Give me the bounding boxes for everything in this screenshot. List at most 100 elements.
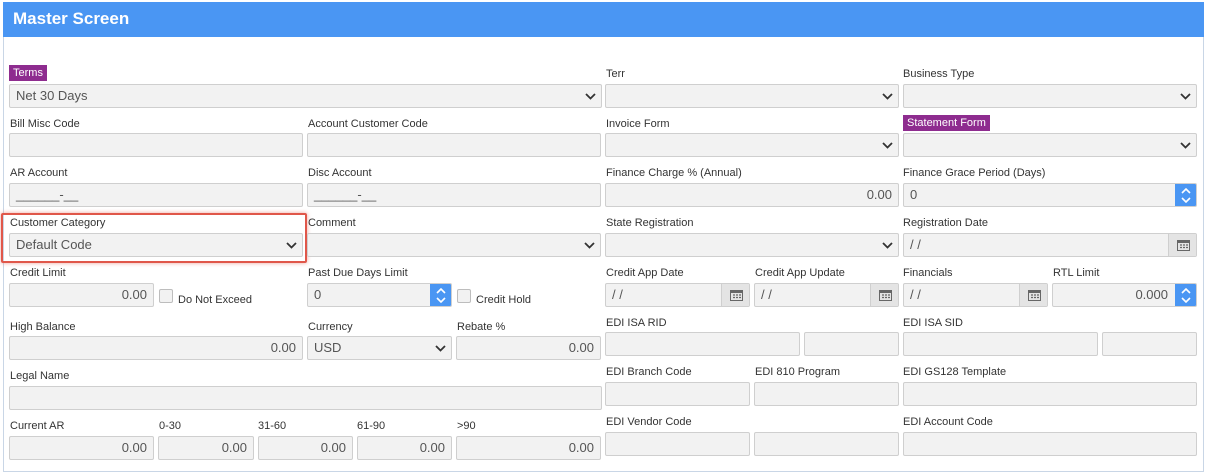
chevron-down-icon (1180, 93, 1191, 100)
business-type-label: Business Type (903, 68, 975, 80)
state-registration-select[interactable] (605, 233, 899, 257)
edi-gs128-template-label: EDI GS128 Template (903, 366, 1007, 378)
comment-select[interactable] (307, 233, 601, 257)
chevron-down-icon (435, 345, 446, 352)
edi-isa-sid-input[interactable] (903, 332, 1098, 356)
edi-vendor-code-input[interactable] (605, 432, 750, 456)
edi-isa-sid-qualifier-input[interactable] (1102, 332, 1197, 356)
edi-isa-rid-input[interactable] (605, 332, 800, 356)
edi-isa-sid-label: EDI ISA SID (903, 317, 963, 329)
edi-vendor-code-label: EDI Vendor Code (606, 416, 692, 428)
aging-over-90-label: >90 (457, 420, 476, 432)
do-not-exceed-label: Do Not Exceed (178, 294, 252, 306)
terms-select[interactable]: Net 30 Days (9, 84, 602, 108)
edi-account-code-label: EDI Account Code (903, 416, 993, 428)
aging-31-60-label: 31-60 (258, 420, 287, 432)
business-type-select[interactable] (903, 84, 1197, 108)
edi-810-program-input[interactable] (754, 382, 899, 406)
credit-app-update-label: Credit App Update (755, 267, 845, 279)
edi-account-code-input[interactable] (903, 432, 1197, 456)
credit-app-date-input[interactable]: / / (605, 283, 750, 307)
finance-grace-input[interactable]: 0 (903, 183, 1197, 207)
spinner-up-icon[interactable] (436, 288, 446, 294)
bill-misc-code-input[interactable] (9, 133, 303, 157)
edi-810-program-label: EDI 810 Program (755, 366, 840, 378)
rtl-limit-label: RTL Limit (1053, 267, 1100, 279)
legal-name-label: Legal Name (10, 370, 70, 382)
account-customer-code-input[interactable] (307, 133, 601, 157)
calendar-button[interactable] (721, 284, 749, 306)
credit-hold-checkbox[interactable] (457, 289, 471, 303)
disc-account-input[interactable]: ______-__ (307, 183, 601, 207)
calendar-icon (1177, 240, 1190, 251)
credit-app-date-label: Credit App Date (606, 267, 684, 279)
credit-app-update-input[interactable]: / / (754, 283, 899, 307)
number-spinner[interactable] (430, 284, 451, 306)
past-due-days-limit-input[interactable]: 0 (307, 283, 452, 307)
edi-branch-code-label: EDI Branch Code (606, 366, 692, 378)
invoice-form-select[interactable] (605, 133, 899, 157)
disc-account-label: Disc Account (308, 167, 372, 179)
spinner-down-icon[interactable] (1181, 297, 1191, 303)
financials-input[interactable]: / / (903, 283, 1048, 307)
calendar-button[interactable] (1019, 284, 1047, 306)
current-ar-input[interactable]: 0.00 (9, 436, 154, 460)
registration-date-input[interactable]: / / (903, 233, 1197, 257)
chevron-down-icon (585, 93, 596, 100)
rtl-limit-input[interactable]: 0.000 (1052, 283, 1197, 307)
aging-over-90-input[interactable]: 0.00 (456, 436, 601, 460)
aging-61-90-label: 61-90 (357, 420, 386, 432)
credit-limit-label: Credit Limit (10, 267, 66, 279)
edi-gs128-template-input[interactable] (903, 382, 1197, 406)
chevron-down-icon (1180, 142, 1191, 149)
invoice-form-label: Invoice Form (606, 118, 670, 130)
chevron-down-icon (882, 242, 893, 249)
number-spinner[interactable] (1175, 284, 1196, 306)
aging-31-60-input[interactable]: 0.00 (258, 436, 353, 460)
calendar-icon (730, 290, 743, 301)
rebate-label: Rebate % (457, 321, 506, 333)
spinner-down-icon[interactable] (1181, 197, 1191, 203)
panel-header: Master Screen (3, 2, 1204, 37)
number-spinner[interactable] (1175, 184, 1196, 206)
financials-label: Financials (903, 267, 953, 279)
edi-branch-code-input[interactable] (605, 382, 750, 406)
terr-select[interactable] (605, 84, 899, 108)
finance-charge-label: Finance Charge % (Annual) (606, 167, 742, 179)
state-registration-label: State Registration (606, 217, 694, 229)
spinner-up-icon[interactable] (1181, 288, 1191, 294)
chevron-down-icon (882, 93, 893, 100)
legal-name-input[interactable] (9, 386, 602, 410)
spinner-up-icon[interactable] (1181, 188, 1191, 194)
currency-select[interactable]: USD (307, 336, 452, 360)
edi-vendor-code-secondary-input[interactable] (754, 432, 899, 456)
registration-date-label: Registration Date (903, 217, 988, 229)
spinner-down-icon[interactable] (436, 297, 446, 303)
high-balance-input[interactable]: 0.00 (9, 336, 303, 360)
currency-label: Currency (308, 321, 353, 333)
aging-0-30-label: 0-30 (159, 420, 182, 432)
aging-61-90-input[interactable]: 0.00 (357, 436, 452, 460)
calendar-icon (879, 290, 892, 301)
aging-0-30-input[interactable]: 0.00 (158, 436, 254, 460)
calendar-button[interactable] (870, 284, 898, 306)
chevron-down-icon (584, 242, 595, 249)
chevron-down-icon (882, 142, 893, 149)
terms-label: Terms (9, 65, 47, 81)
ar-account-input[interactable]: ______-__ (9, 183, 303, 207)
statement-form-label: Statement Form (903, 115, 990, 131)
do-not-exceed-checkbox[interactable] (159, 289, 173, 303)
high-balance-label: High Balance (10, 321, 76, 333)
rebate-input[interactable]: 0.00 (456, 336, 601, 360)
credit-hold-label: Credit Hold (476, 294, 532, 306)
customer-category-select[interactable]: Default Code (9, 233, 303, 257)
comment-label: Comment (308, 217, 356, 229)
ar-account-label: AR Account (10, 167, 68, 179)
credit-limit-input[interactable]: 0.00 (9, 283, 154, 307)
terr-label: Terr (606, 68, 625, 80)
finance-charge-input[interactable]: 0.00 (605, 183, 899, 207)
statement-form-select[interactable] (903, 133, 1197, 157)
account-customer-code-label: Account Customer Code (308, 118, 428, 130)
calendar-button[interactable] (1168, 234, 1196, 256)
edi-isa-rid-qualifier-input[interactable] (804, 332, 899, 356)
